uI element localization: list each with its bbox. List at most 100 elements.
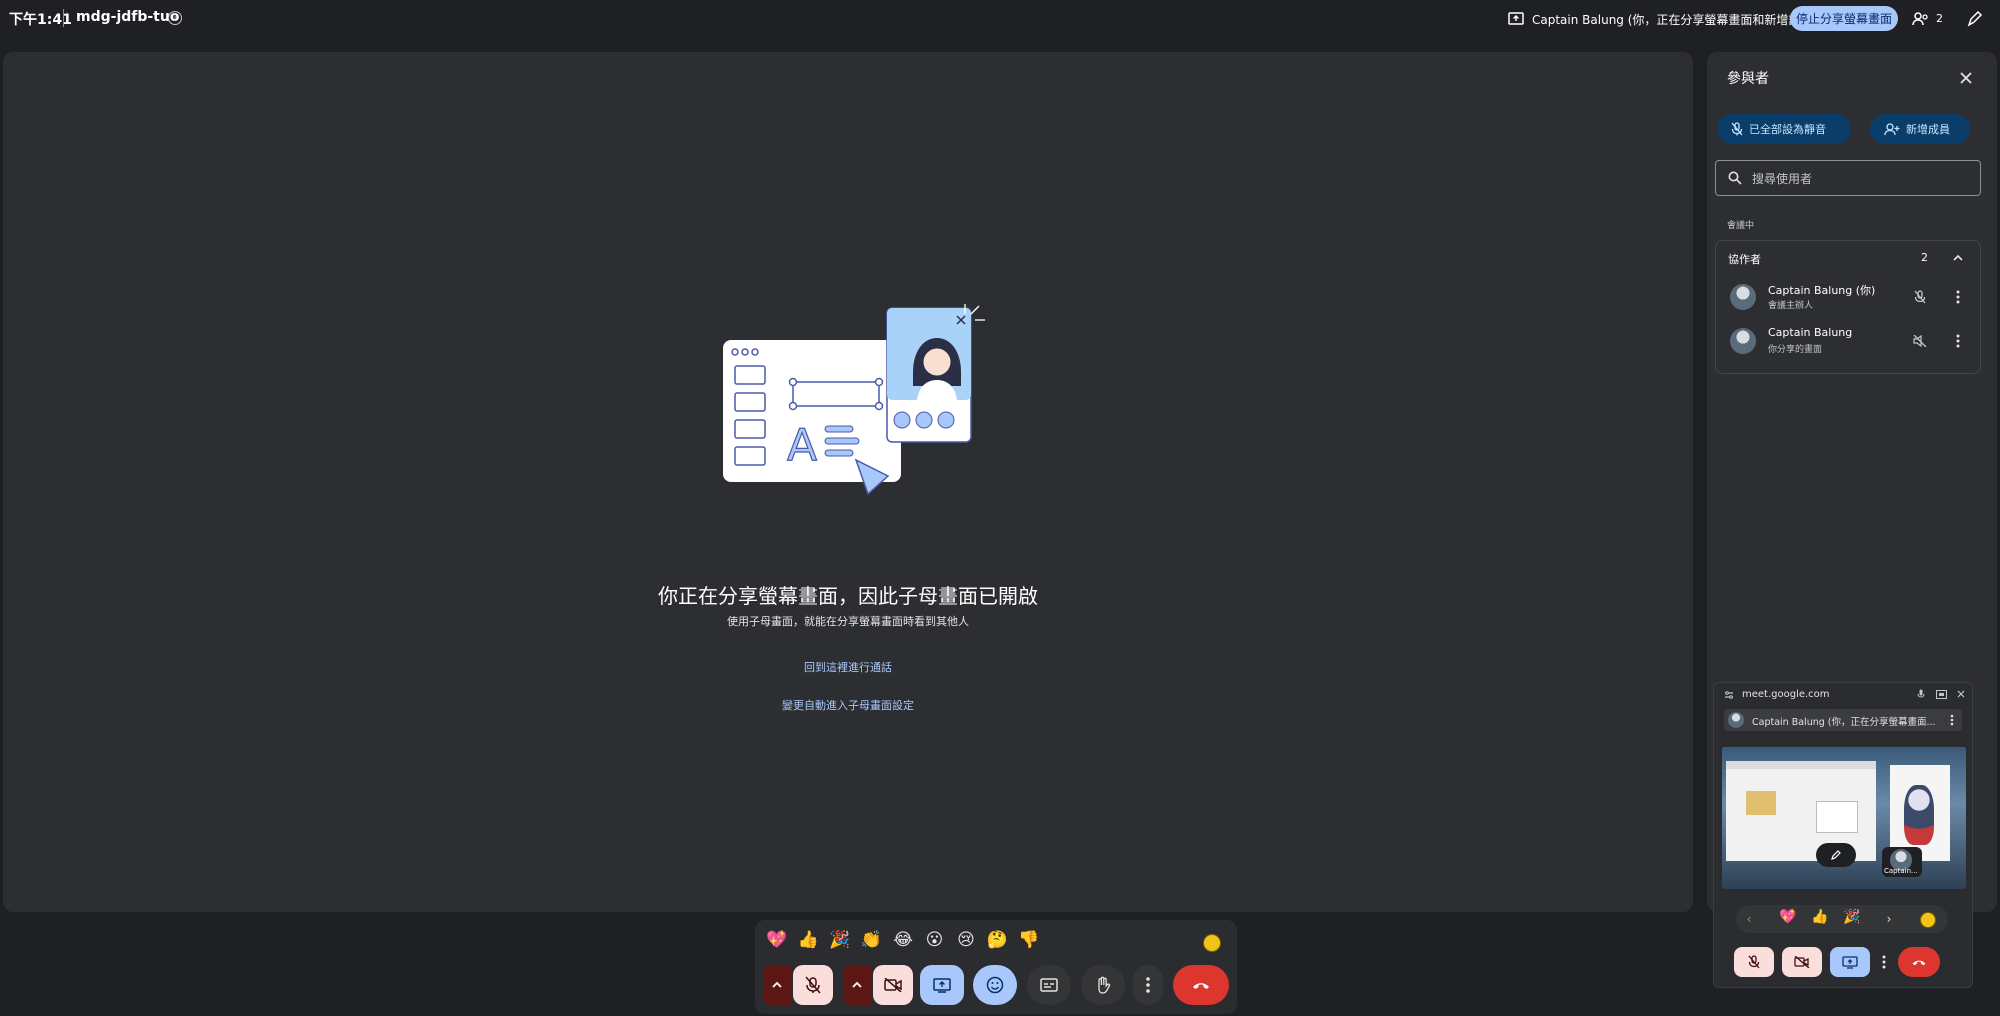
mute-all-label: 已全部設為靜音 bbox=[1749, 123, 1826, 136]
mic-icon bbox=[1917, 689, 1925, 698]
reaction-party[interactable]: 🎉 bbox=[1840, 909, 1864, 925]
pip-window[interactable]: meet.google.com Captain Balung (你，正在分享螢幕… bbox=[1713, 682, 1973, 988]
preview-window bbox=[1726, 761, 1876, 861]
reaction-thinking[interactable]: 🤔 bbox=[986, 930, 1010, 950]
tune-icon bbox=[1725, 690, 1733, 699]
participant-more-button[interactable] bbox=[1950, 287, 1966, 307]
stop-sharing-button[interactable]: 停止分享螢幕畫面 bbox=[1790, 6, 1898, 31]
pen-icon bbox=[1831, 850, 1841, 860]
hang-up-icon bbox=[1193, 983, 1209, 989]
emoji-icon bbox=[986, 976, 1004, 994]
pip-titlebar: meet.google.com bbox=[1724, 689, 1830, 700]
reaction-laugh[interactable]: 😂 bbox=[891, 930, 915, 950]
camera-button[interactable] bbox=[873, 965, 913, 1005]
participant-row[interactable]: Captain Balung 你分享的畫面 bbox=[1716, 319, 1980, 363]
captions-button[interactable] bbox=[1027, 965, 1071, 1005]
participant-mic-status[interactable] bbox=[1910, 287, 1930, 307]
info-icon[interactable]: i bbox=[168, 11, 182, 25]
camera-off-icon bbox=[1794, 956, 1810, 968]
more-vert-icon bbox=[1146, 977, 1150, 993]
present-screen-icon bbox=[933, 977, 951, 993]
reaction-party[interactable]: 🎉 bbox=[828, 930, 852, 950]
pip-settings-link[interactable]: 變更自動進入子母畫面設定 bbox=[3, 697, 1693, 713]
pip-domain: meet.google.com bbox=[1742, 689, 1830, 700]
mic-off-icon bbox=[1914, 290, 1926, 304]
pip-reaction-bar: ‹ 💖 👍 🎉 › bbox=[1736, 905, 1948, 933]
hang-up-icon bbox=[1912, 960, 1926, 966]
group-label: 協作者 bbox=[1728, 253, 1761, 266]
audio-options-button[interactable] bbox=[763, 965, 791, 1005]
pip-close-icon[interactable] bbox=[1954, 687, 1968, 701]
video-options-button[interactable] bbox=[843, 965, 871, 1005]
close-icon bbox=[1957, 690, 1965, 698]
add-people-button[interactable]: 新增成員 bbox=[1870, 114, 1970, 144]
more-vert-icon bbox=[1956, 290, 1960, 304]
pip-tile-header: Captain Balung (你，正在分享螢幕畫面... bbox=[1724, 709, 1962, 731]
raise-hand-button[interactable] bbox=[1081, 965, 1125, 1005]
preview-window-titlebar bbox=[1726, 761, 1876, 769]
pip-more-button[interactable] bbox=[1876, 947, 1892, 977]
reaction-heart[interactable]: 💖 bbox=[765, 930, 789, 950]
search-icon bbox=[1728, 171, 1742, 185]
mic-off-icon bbox=[1748, 955, 1760, 969]
divider bbox=[63, 9, 64, 27]
pip-thumb-label: Captain... bbox=[1884, 867, 1918, 875]
more-options-button[interactable] bbox=[1133, 965, 1163, 1005]
present-now-button[interactable] bbox=[920, 965, 964, 1005]
participant-role: 會議主辦人 bbox=[1768, 301, 1814, 311]
add-people-label: 新增成員 bbox=[1906, 123, 1950, 136]
present-screen-icon bbox=[1508, 12, 1524, 25]
reaction-clap[interactable]: 👏 bbox=[860, 930, 884, 950]
participant-row[interactable]: Captain Balung (你) 會議主辦人 bbox=[1716, 275, 1980, 319]
pip-mic-button[interactable] bbox=[1734, 947, 1774, 977]
reactions-button[interactable] bbox=[973, 965, 1017, 1005]
reaction-thumbs-down[interactable]: 👎 bbox=[1017, 930, 1041, 950]
share-status: Captain Balung (你，正在分享螢幕畫面和新增註解) bbox=[1508, 8, 1817, 30]
pip-illustration: A bbox=[723, 304, 985, 496]
participants-button[interactable]: 2 bbox=[1912, 6, 1946, 31]
meeting-code: mdg-jdfb-tuo bbox=[76, 9, 180, 25]
participant-name: Captain Balung (你) bbox=[1768, 284, 1876, 297]
close-panel-button[interactable] bbox=[1954, 66, 1978, 90]
pip-camera-button[interactable] bbox=[1782, 947, 1822, 977]
collaborators-group: 協作者 2 Captain Balung (你) 會議主辦人 Captain B… bbox=[1715, 240, 1981, 374]
reaction-heart[interactable]: 💖 bbox=[1776, 909, 1800, 925]
pip-annotate-button[interactable] bbox=[1816, 843, 1856, 867]
participant-more-button[interactable] bbox=[1950, 331, 1966, 351]
reaction-sad[interactable]: 😢 bbox=[954, 930, 978, 950]
mute-all-button[interactable]: 已全部設為靜音 bbox=[1717, 114, 1851, 144]
skin-tone-picker[interactable] bbox=[1920, 912, 1936, 928]
annotation-tools-button[interactable] bbox=[1962, 6, 1988, 31]
return-to-call-link[interactable]: 回到這裡進行通話 bbox=[3, 659, 1693, 675]
panel-title: 參與者 bbox=[1727, 71, 1769, 87]
preview-dialog bbox=[1816, 801, 1858, 833]
stage-title: 你正在分享螢幕畫面，因此子母畫面已開啟 bbox=[658, 584, 1038, 608]
collapse-group-button[interactable] bbox=[1950, 249, 1966, 265]
pen-icon bbox=[1967, 10, 1983, 27]
participant-audio-status[interactable] bbox=[1910, 331, 1930, 351]
reaction-thumbs-up[interactable]: 👍 bbox=[1808, 909, 1832, 925]
pip-back-to-tab-icon[interactable] bbox=[1934, 687, 1948, 701]
close-icon bbox=[1960, 72, 1972, 84]
search-field[interactable]: 搜尋使用者 bbox=[1715, 160, 1981, 196]
pip-tile-more-button[interactable] bbox=[1946, 712, 1958, 728]
hand-icon bbox=[1098, 976, 1111, 994]
pip-leave-call-button[interactable] bbox=[1898, 947, 1940, 977]
chevron-left-icon[interactable]: ‹ bbox=[1742, 911, 1756, 927]
reaction-thumbs-up[interactable]: 👍 bbox=[797, 930, 821, 950]
preview-thumb bbox=[1746, 791, 1776, 815]
avatar bbox=[1728, 712, 1744, 728]
reaction-surprised[interactable]: 😮 bbox=[923, 930, 947, 950]
pip-present-button[interactable] bbox=[1830, 947, 1870, 977]
pip-mic-icon[interactable] bbox=[1914, 687, 1928, 701]
chevron-right-icon[interactable]: › bbox=[1882, 911, 1896, 927]
chevron-up-icon bbox=[772, 981, 782, 988]
pip-self-tile: Captain... bbox=[1882, 847, 1922, 877]
avatar bbox=[1730, 328, 1756, 354]
leave-call-button[interactable] bbox=[1173, 965, 1229, 1005]
present-screen-icon bbox=[1842, 955, 1858, 969]
mic-off-icon bbox=[1731, 122, 1743, 136]
top-bar: 下午1:41 mdg-jdfb-tuo i Captain Balung (你，… bbox=[0, 0, 2000, 38]
microphone-button[interactable] bbox=[793, 965, 833, 1005]
skin-tone-picker[interactable] bbox=[1203, 934, 1221, 952]
